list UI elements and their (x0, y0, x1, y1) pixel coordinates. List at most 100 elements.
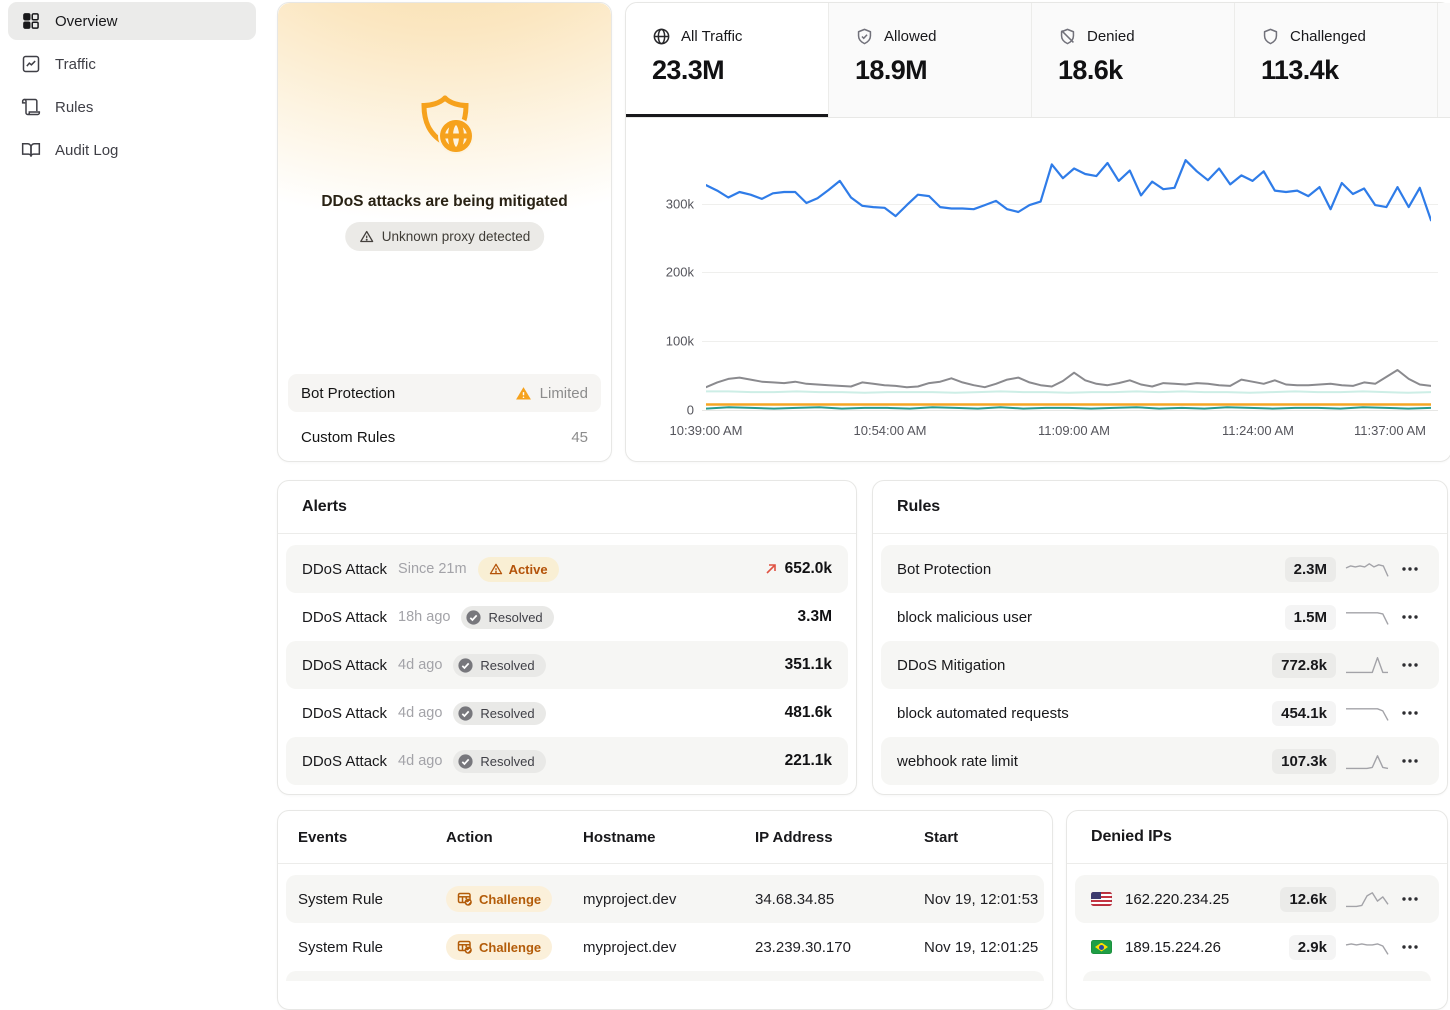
events-panel: Events Action Hostname IP Address Start … (277, 810, 1053, 1010)
alert-count: 652.0k (763, 560, 832, 578)
captcha-check-icon (457, 891, 473, 907)
alert-row[interactable]: DDoS Attack 4d ago Resolved 481.6k (286, 689, 848, 737)
status-title: DDoS attacks are being mitigated (278, 193, 611, 211)
br-flag-icon (1091, 940, 1112, 954)
list-item[interactable] (1083, 971, 1431, 981)
alert-row[interactable]: DDoS Attack 18h ago Resolved 3.3M (286, 593, 848, 641)
rule-name: DDoS Mitigation (897, 657, 1005, 674)
rule-row[interactable]: Bot Protection 2.3M (881, 545, 1439, 593)
denied-ip-address: 162.220.234.25 (1125, 891, 1229, 908)
rule-count: 107.3k (1272, 749, 1336, 774)
denied-ip-menu-button[interactable] (1397, 886, 1423, 912)
bot-protection-row[interactable]: Bot Protection Limited (288, 374, 601, 412)
rule-menu-button[interactable] (1397, 652, 1423, 678)
denied-ip-sparkline (1344, 936, 1390, 958)
denied-ip-row[interactable]: 162.220.234.25 12.6k (1075, 875, 1439, 923)
denied-ip-count: 12.6k (1280, 887, 1336, 912)
alert-row[interactable]: DDoS Attack 4d ago Resolved 221.1k (286, 737, 848, 785)
rule-sparkline (1344, 606, 1390, 628)
status-badge-resolved: Resolved (453, 750, 545, 773)
column-header-start: Start (924, 829, 1032, 846)
us-flag-icon (1091, 892, 1112, 906)
status-badge-active: Active (478, 557, 559, 582)
traffic-stat-tabs: All Traffic 23.3M Allowed 18.9M (626, 3, 1450, 118)
grid-icon (21, 11, 41, 31)
table-row[interactable] (286, 971, 1044, 981)
rules-list: Bot Protection 2.3M block malicious user… (873, 534, 1447, 785)
sidebar-item-traffic[interactable]: Traffic (8, 45, 256, 83)
action-badge-challenge: Challenge (446, 886, 552, 912)
x-axis-tick: 11:24:00 AM (1222, 423, 1294, 438)
x-axis-tick: 11:09:00 AM (1038, 423, 1110, 438)
event-hostname: myproject.dev (583, 891, 755, 908)
proxy-warning-label: Unknown proxy detected (382, 229, 531, 244)
alert-name: DDoS Attack (302, 753, 387, 770)
bot-protection-value: Limited (515, 385, 588, 402)
sidebar-item-label: Overview (55, 13, 118, 30)
check-circle-icon (457, 657, 474, 674)
event-hostname: myproject.dev (583, 939, 755, 956)
alerts-title: Alerts (278, 481, 856, 534)
proxy-warning-badge: Unknown proxy detected (345, 222, 545, 251)
tab-value: 23.3M (652, 55, 802, 86)
status-badge-resolved: Resolved (453, 702, 545, 725)
traffic-panel: All Traffic 23.3M Allowed 18.9M (625, 2, 1450, 462)
tab-value: 113.4k (1261, 55, 1411, 86)
denied-ip-row[interactable]: 189.15.224.26 2.9k (1075, 923, 1439, 971)
tab-all-traffic[interactable]: All Traffic 23.3M (626, 3, 829, 117)
kebab-icon (1402, 759, 1418, 763)
rule-row[interactable]: block malicious user 1.5M (881, 593, 1439, 641)
custom-rules-row[interactable]: Custom Rules 45 (288, 418, 601, 456)
rule-sparkline (1344, 558, 1390, 580)
events-header-row: Events Action Hostname IP Address Start (278, 811, 1052, 864)
event-ip: 34.68.34.85 (755, 891, 924, 908)
check-circle-icon (465, 609, 482, 626)
rule-sparkline (1344, 750, 1390, 772)
table-row[interactable]: System Rule Challenge myproject.dev 23.2… (286, 923, 1044, 971)
table-row[interactable]: System Rule Challenge myproject.dev 34.6… (286, 875, 1044, 923)
status-badge-resolved: Resolved (461, 606, 553, 629)
tab-challenged[interactable]: Challenged 113.4k (1235, 3, 1438, 117)
warning-triangle-icon (515, 385, 532, 402)
denied-ip-sparkline (1344, 888, 1390, 910)
check-circle-icon (457, 753, 474, 770)
rule-count: 2.3M (1285, 557, 1336, 582)
kebab-icon (1402, 897, 1418, 901)
rule-count: 454.1k (1272, 701, 1336, 726)
rule-row[interactable]: DDoS Mitigation 772.8k (881, 641, 1439, 689)
sidebar-item-overview[interactable]: Overview (8, 2, 256, 40)
rule-menu-button[interactable] (1397, 748, 1423, 774)
alert-row[interactable]: DDoS Attack 4d ago Resolved 351.1k (286, 641, 848, 689)
alert-name: DDoS Attack (302, 561, 387, 578)
alert-count: 351.1k (785, 656, 832, 674)
kebab-icon (1402, 711, 1418, 715)
rule-row[interactable]: webhook rate limit 107.3k (881, 737, 1439, 785)
tab-allowed[interactable]: Allowed 18.9M (829, 3, 1032, 117)
rule-menu-button[interactable] (1397, 604, 1423, 630)
rule-menu-button[interactable] (1397, 556, 1423, 582)
alert-name: DDoS Attack (302, 609, 387, 626)
tab-denied[interactable]: Denied 18.6k (1032, 3, 1235, 117)
alert-time: Since 21m (398, 561, 467, 577)
tab-label: All Traffic (681, 28, 742, 45)
rule-row[interactable]: block automated requests 454.1k (881, 689, 1439, 737)
alert-row[interactable]: DDoS Attack Since 21m Active 652.0k (286, 545, 848, 593)
y-axis-tick: 100k (642, 334, 694, 349)
column-header-events: Events (298, 829, 446, 846)
shield-icon (1261, 27, 1280, 46)
custom-rules-count: 45 (571, 429, 588, 446)
column-header-ip: IP Address (755, 829, 924, 846)
sidebar-item-audit-log[interactable]: Audit Log (8, 131, 256, 169)
sidebar-item-rules[interactable]: Rules (8, 88, 256, 126)
rule-menu-button[interactable] (1397, 700, 1423, 726)
alert-time: 4d ago (398, 705, 442, 721)
alerts-panel: Alerts DDoS Attack Since 21m Active 652.… (277, 480, 857, 795)
column-header-action: Action (446, 829, 583, 846)
denied-ips-panel: Denied IPs 162.220.234.25 12.6k 189.15.2… (1066, 810, 1448, 1010)
kebab-icon (1402, 615, 1418, 619)
x-axis-tick: 10:39:00 AM (670, 423, 743, 438)
arrow-up-right-icon (763, 561, 779, 577)
denied-ip-menu-button[interactable] (1397, 934, 1423, 960)
action-badge-challenge: Challenge (446, 934, 552, 960)
kebab-icon (1402, 567, 1418, 571)
